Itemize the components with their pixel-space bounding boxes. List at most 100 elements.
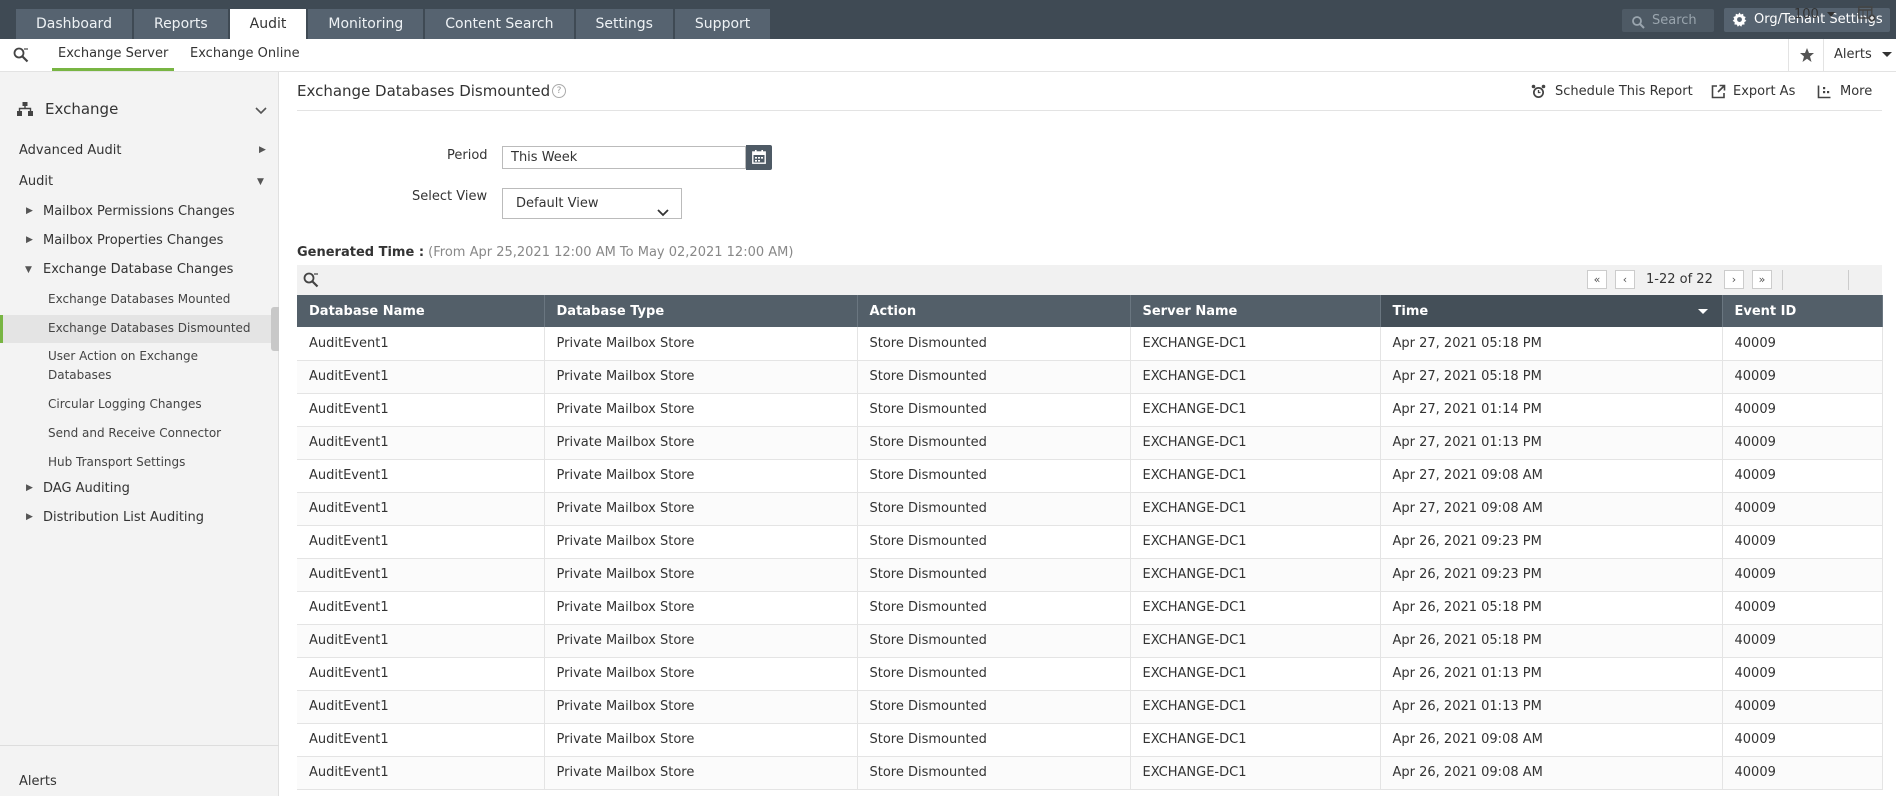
sidebar-item-databases-dismounted[interactable]: Exchange Databases Dismounted bbox=[48, 319, 251, 338]
sidebar-item-hub-transport[interactable]: Hub Transport Settings bbox=[48, 453, 185, 472]
generated-time-label: Generated Time : bbox=[297, 245, 425, 260]
column-header-action[interactable]: Action bbox=[857, 295, 1131, 327]
cell-database-name: AuditEvent1 bbox=[297, 426, 545, 460]
sidebar-bottom-alerts[interactable]: Alerts bbox=[0, 745, 279, 796]
global-search-input[interactable]: Search bbox=[1622, 9, 1714, 32]
tab-support[interactable]: Support bbox=[674, 9, 771, 39]
view-select[interactable]: Default View bbox=[502, 188, 682, 219]
caret-down-icon: ▼ bbox=[257, 177, 264, 187]
sidebar-item-label: Mailbox Permissions Changes bbox=[43, 204, 235, 219]
first-page-icon[interactable]: « bbox=[1587, 270, 1607, 289]
cell-database-type: Private Mailbox Store bbox=[544, 393, 858, 427]
sidebar-group-distribution-list[interactable]: ▶ Distribution List Auditing bbox=[26, 510, 204, 525]
last-page-icon[interactable]: » bbox=[1752, 270, 1772, 289]
sidebar-item-send-receive-connector[interactable]: Send and Receive Connector bbox=[48, 424, 221, 443]
sidebar-group-mailbox-permissions[interactable]: ▶ Mailbox Permissions Changes bbox=[26, 204, 235, 219]
column-header-time[interactable]: Time bbox=[1380, 295, 1723, 327]
tab-monitoring[interactable]: Monitoring bbox=[308, 9, 424, 39]
table-row[interactable]: AuditEvent1 Private Mailbox Store Store Di… bbox=[297, 360, 1883, 394]
cell-server-name: EXCHANGE-DC1 bbox=[1130, 393, 1381, 427]
table-row[interactable]: AuditEvent1 Private Mailbox Store Store Di… bbox=[297, 525, 1883, 559]
tab-dashboard[interactable]: Dashboard bbox=[16, 9, 132, 39]
export-as-button[interactable]: Export As bbox=[1711, 84, 1795, 99]
grid-search-icon[interactable] bbox=[303, 272, 319, 292]
cell-action: Store Dismounted bbox=[857, 756, 1131, 790]
table-row[interactable]: AuditEvent1 Private Mailbox Store Store Di… bbox=[297, 591, 1883, 625]
table-row[interactable]: AuditEvent1 Private Mailbox Store Store Di… bbox=[297, 327, 1883, 361]
tab-settings[interactable]: Settings bbox=[575, 9, 673, 39]
period-input[interactable]: This Week bbox=[502, 146, 746, 169]
cell-event-id: 40009 bbox=[1722, 393, 1883, 427]
sidebar-collapse-handle[interactable] bbox=[271, 307, 279, 351]
sidebar-group-dag-auditing[interactable]: ▶ DAG Auditing bbox=[26, 481, 130, 496]
alerts-dropdown[interactable]: Alerts bbox=[1834, 47, 1892, 62]
cell-time: Apr 26, 2021 09:08 AM bbox=[1380, 756, 1723, 790]
cell-server-name: EXCHANGE-DC1 bbox=[1130, 459, 1381, 493]
column-header-event-id[interactable]: Event ID bbox=[1722, 295, 1883, 327]
column-header-database-name[interactable]: Database Name bbox=[297, 295, 545, 327]
cell-action: Store Dismounted bbox=[857, 327, 1131, 361]
tab-reports[interactable]: Reports bbox=[133, 9, 228, 39]
schedule-report-label: Schedule This Report bbox=[1555, 84, 1693, 99]
sidebar-item-audit[interactable]: Audit ▼ bbox=[19, 174, 269, 189]
cell-database-name: AuditEvent1 bbox=[297, 459, 545, 493]
cell-time: Apr 26, 2021 05:18 PM bbox=[1380, 624, 1723, 658]
search-icon bbox=[1632, 14, 1645, 37]
chevron-down-icon bbox=[657, 199, 669, 228]
tab-exchange-online[interactable]: Exchange Online bbox=[184, 39, 306, 71]
sidebar-group-mailbox-properties[interactable]: ▶ Mailbox Properties Changes bbox=[26, 233, 223, 248]
calendar-button[interactable] bbox=[746, 145, 772, 170]
cell-time: Apr 26, 2021 09:23 PM bbox=[1380, 558, 1723, 592]
tab-exchange-server[interactable]: Exchange Server bbox=[52, 39, 175, 71]
next-page-icon[interactable]: › bbox=[1724, 270, 1744, 289]
sidebar-active-marker bbox=[0, 315, 3, 343]
cell-time: Apr 26, 2021 09:08 AM bbox=[1380, 723, 1723, 757]
caret-right-icon: ▶ bbox=[26, 206, 33, 216]
cell-database-type: Private Mailbox Store bbox=[544, 756, 858, 790]
table-row[interactable]: AuditEvent1 Private Mailbox Store Store Di… bbox=[297, 657, 1883, 691]
view-select-value: Default View bbox=[516, 196, 599, 211]
sidebar-item-advanced-audit[interactable]: Advanced Audit ▶ bbox=[19, 143, 269, 158]
tab-content-search[interactable]: Content Search bbox=[425, 9, 574, 39]
cell-action: Store Dismounted bbox=[857, 558, 1131, 592]
sidebar-bottom-label: Alerts bbox=[19, 774, 57, 789]
more-button[interactable]: More bbox=[1817, 84, 1872, 99]
cell-database-type: Private Mailbox Store bbox=[544, 360, 858, 394]
sidebar-item-user-action-databases[interactable]: User Action on Exchange Databases bbox=[48, 347, 238, 385]
column-chooser-icon[interactable] bbox=[1858, 6, 1876, 26]
cell-database-name: AuditEvent1 bbox=[297, 690, 545, 724]
column-header-server-name[interactable]: Server Name bbox=[1130, 295, 1381, 327]
cell-time: Apr 26, 2021 01:13 PM bbox=[1380, 690, 1723, 724]
cell-server-name: EXCHANGE-DC1 bbox=[1130, 426, 1381, 460]
cell-time: Apr 26, 2021 05:18 PM bbox=[1380, 591, 1723, 625]
chevron-down-icon bbox=[255, 104, 267, 119]
cell-server-name: EXCHANGE-DC1 bbox=[1130, 756, 1381, 790]
table-row[interactable]: AuditEvent1 Private Mailbox Store Store Di… bbox=[297, 459, 1883, 493]
table-row[interactable]: AuditEvent1 Private Mailbox Store Store Di… bbox=[297, 426, 1883, 460]
page-size-select[interactable]: 100 bbox=[1794, 7, 1835, 22]
sidebar-header-exchange[interactable]: Exchange bbox=[17, 98, 267, 124]
table-row[interactable]: AuditEvent1 Private Mailbox Store Store Di… bbox=[297, 756, 1883, 790]
sidebar-item-circular-logging[interactable]: Circular Logging Changes bbox=[48, 395, 202, 414]
table-row[interactable]: AuditEvent1 Private Mailbox Store Store Di… bbox=[297, 393, 1883, 427]
tab-audit[interactable]: Audit bbox=[229, 9, 307, 39]
caret-down-icon: ▼ bbox=[25, 265, 32, 275]
sidebar-group-exchange-database-changes[interactable]: ▼ Exchange Database Changes bbox=[25, 262, 233, 277]
sidebar-item-databases-mounted[interactable]: Exchange Databases Mounted bbox=[48, 290, 230, 309]
top-bar: Dashboard Reports Audit Monitoring Conte… bbox=[0, 0, 1896, 39]
favorites-button[interactable] bbox=[1788, 39, 1824, 72]
table-row[interactable]: AuditEvent1 Private Mailbox Store Store Di… bbox=[297, 492, 1883, 526]
table-row[interactable]: AuditEvent1 Private Mailbox Store Store Di… bbox=[297, 624, 1883, 658]
table-row[interactable]: AuditEvent1 Private Mailbox Store Store Di… bbox=[297, 558, 1883, 592]
caret-right-icon: ▶ bbox=[259, 145, 266, 155]
table-row[interactable]: AuditEvent1 Private Mailbox Store Store Di… bbox=[297, 690, 1883, 724]
prev-page-icon[interactable]: ‹ bbox=[1615, 270, 1635, 289]
cell-database-name: AuditEvent1 bbox=[297, 591, 545, 625]
help-icon[interactable]: ? bbox=[552, 84, 566, 98]
quick-search-icon[interactable] bbox=[13, 47, 29, 67]
sidebar: Exchange Advanced Audit ▶ Audit ▼ ▶ Mail… bbox=[0, 72, 279, 796]
column-header-database-type[interactable]: Database Type bbox=[544, 295, 858, 327]
cell-action: Store Dismounted bbox=[857, 525, 1131, 559]
schedule-report-button[interactable]: Schedule This Report bbox=[1531, 84, 1693, 99]
table-row[interactable]: AuditEvent1 Private Mailbox Store Store Di… bbox=[297, 723, 1883, 757]
